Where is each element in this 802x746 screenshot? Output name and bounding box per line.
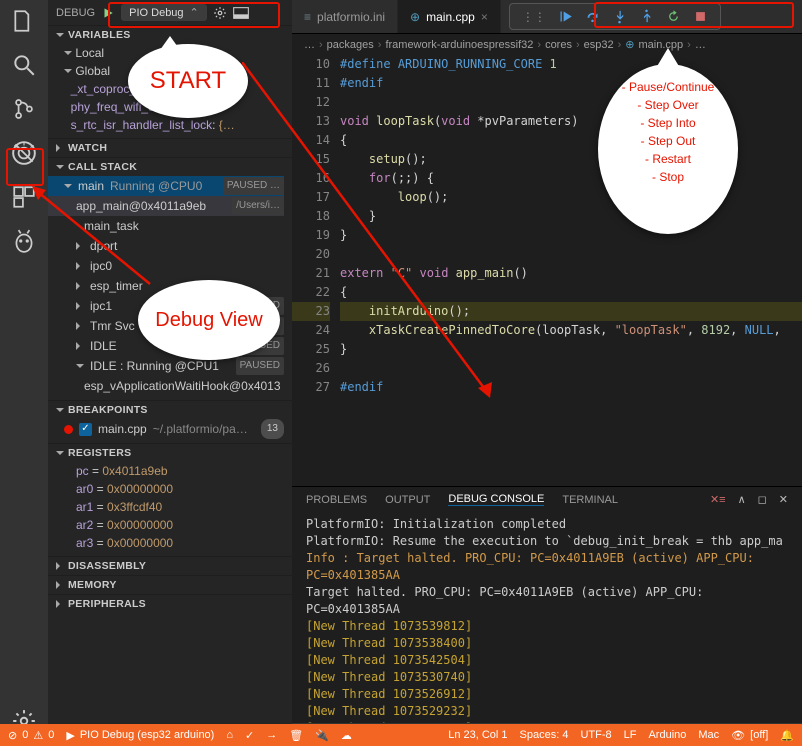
status-eol[interactable]: LF — [624, 729, 637, 741]
editor-tabs: ≡platformio.ini ⊕main.cpp× ⋮⋮ — [292, 0, 802, 34]
register-row[interactable]: ar2 = 0x00000000 — [64, 516, 284, 534]
status-os[interactable]: Mac — [698, 729, 719, 741]
pio-serial-icon[interactable]: 🔌 — [315, 729, 329, 742]
tab-problems[interactable]: PROBLEMS — [306, 494, 367, 506]
tab-output[interactable]: OUTPUT — [385, 494, 430, 506]
annotation-debugview-bubble: Debug View — [138, 280, 280, 360]
pio-upload-icon[interactable]: → — [266, 729, 277, 741]
register-row[interactable]: pc = 0x4011a9eb — [64, 462, 284, 480]
close-icon[interactable]: × — [481, 10, 488, 24]
activity-bar — [0, 0, 48, 746]
status-errors[interactable]: ⊘ 0 ⚠ 0 — [8, 729, 54, 742]
close-panel-icon[interactable]: ✕ — [779, 493, 788, 506]
explorer-icon[interactable] — [11, 8, 37, 34]
platformio-icon[interactable] — [11, 228, 37, 254]
thread[interactable]: ipc0 — [64, 256, 284, 276]
section-watch[interactable]: WATCH — [48, 139, 292, 157]
register-row[interactable]: ar3 = 0x00000000 — [64, 534, 284, 552]
start-debug-icon[interactable] — [101, 6, 115, 20]
bottom-panel: PROBLEMS OUTPUT DEBUG CONSOLE TERMINAL ✕… — [292, 486, 802, 746]
tab-main-cpp[interactable]: ⊕main.cpp× — [398, 0, 501, 33]
gear-icon[interactable] — [213, 6, 227, 20]
breakpoint-row[interactable]: ✓ main.cpp ~/.platformio/pa… 13 — [64, 419, 284, 439]
section-breakpoints[interactable]: BREAKPOINTS — [48, 401, 292, 419]
section-memory[interactable]: MEMORY — [48, 576, 292, 594]
notifications-icon[interactable]: 🔔 — [780, 729, 794, 742]
section-registers[interactable]: REGISTERS — [48, 444, 292, 462]
debug-console-toggle-icon[interactable] — [233, 6, 249, 20]
thread[interactable]: dport — [64, 236, 284, 256]
step-over-icon[interactable] — [585, 9, 600, 24]
stackframe[interactable]: app_main@0x4011a9eb/Users/i… — [48, 196, 284, 216]
tab-platformio-ini[interactable]: ≡platformio.ini — [292, 0, 398, 33]
breadcrumbs[interactable]: …›packages›framework-arduinoespressif32›… — [292, 34, 802, 55]
status-cursor[interactable]: Ln 23, Col 1 — [448, 729, 507, 741]
section-callstack[interactable]: CALL STACK — [48, 158, 292, 176]
collapse-icon[interactable]: ∧ — [738, 493, 746, 506]
continue-icon[interactable] — [558, 9, 573, 24]
tab-terminal[interactable]: TERMINAL — [562, 494, 618, 506]
stop-icon[interactable] — [693, 9, 708, 24]
register-row[interactable]: ar1 = 0x3ffcdf40 — [64, 498, 284, 516]
debug-console[interactable]: PlatformIO: Initialization completedPlat… — [292, 512, 802, 723]
stackframe[interactable]: esp_vApplicationWaitiHook@0x4013 — [64, 376, 284, 396]
status-encoding[interactable]: UTF-8 — [580, 729, 611, 741]
status-language[interactable]: Arduino — [648, 729, 686, 741]
status-port[interactable]: 👁 [off] — [731, 729, 768, 742]
status-bar: ⊘ 0 ⚠ 0 ▶ PIO Debug (esp32 arduino) ⌂ ✓ … — [0, 724, 802, 746]
stackframe[interactable]: main_task — [64, 216, 284, 236]
debug-config-select[interactable]: PIO Debug ⌃ — [121, 4, 207, 21]
section-disassembly[interactable]: DISASSEMBLY — [48, 557, 292, 575]
debug-icon[interactable] — [11, 140, 37, 166]
register-row[interactable]: ar0 = 0x00000000 — [64, 480, 284, 498]
thread-main[interactable]: main Running @CPU0PAUSED … — [48, 176, 284, 196]
search-icon[interactable] — [11, 52, 37, 78]
clear-console-icon[interactable]: ✕≡ — [710, 493, 726, 506]
annotation-toolbar-bubble: - Pause/Continue- Step Over- Step Into- … — [598, 64, 738, 234]
restart-icon[interactable] — [666, 9, 681, 24]
maximize-panel-icon[interactable]: ◻ — [758, 493, 767, 506]
status-spaces[interactable]: Spaces: 4 — [520, 729, 569, 741]
breakpoint-dot-icon — [64, 425, 73, 434]
section-peripherals[interactable]: PERIPHERALS — [48, 595, 292, 613]
variable-row[interactable]: s_rtc_isr_handler_list_lock: {… — [64, 116, 284, 134]
pio-clean-icon[interactable]: 🗑 — [289, 729, 303, 742]
annotation-start-bubble: START — [128, 44, 248, 118]
scm-icon[interactable] — [11, 96, 37, 122]
status-launch[interactable]: ▶ PIO Debug (esp32 arduino) — [66, 729, 214, 742]
step-out-icon[interactable] — [639, 9, 654, 24]
debug-title: DEBUG — [56, 7, 95, 19]
tab-debug-console[interactable]: DEBUG CONSOLE — [448, 493, 544, 506]
step-into-icon[interactable] — [612, 9, 627, 24]
checkbox-icon[interactable]: ✓ — [79, 423, 92, 436]
debug-toolbar: ⋮⋮ — [509, 3, 721, 30]
pio-home-icon[interactable]: ⌂ — [226, 729, 233, 741]
extensions-icon[interactable] — [11, 184, 37, 210]
pio-cloud-icon[interactable]: ☁ — [341, 729, 352, 742]
thread[interactable]: IDLE : Running @CPU1PAUSED — [64, 356, 284, 376]
pio-build-icon[interactable]: ✓ — [245, 729, 254, 742]
drag-handle-icon[interactable]: ⋮⋮ — [522, 10, 546, 24]
